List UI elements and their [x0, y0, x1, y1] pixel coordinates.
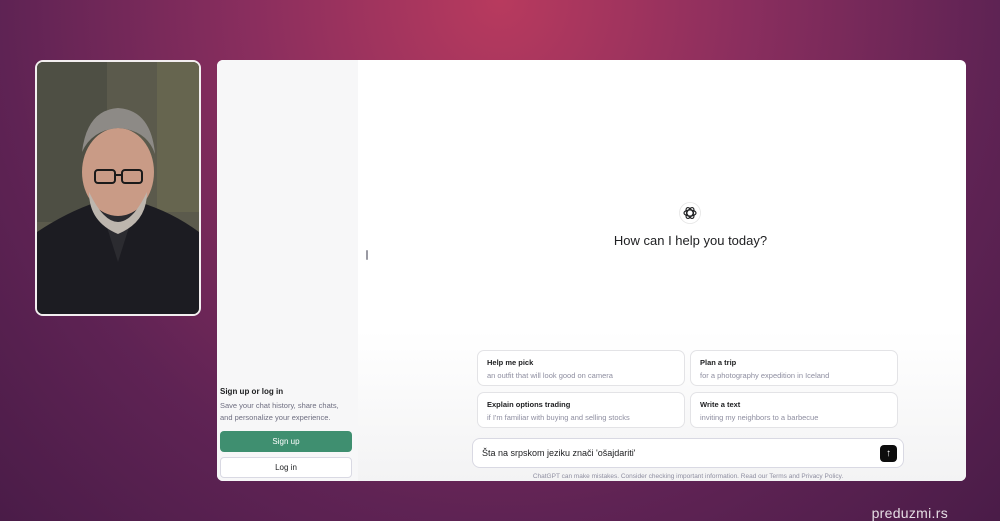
suggestion-card-explain-options-trading[interactable]: Explain options trading if I'm familiar …	[477, 392, 685, 428]
arrow-up-icon: ↑	[886, 448, 891, 459]
suggestion-title: Explain options trading	[487, 400, 571, 409]
watermark: preduzmi.rs	[871, 505, 948, 521]
suggestion-card-write-a-text[interactable]: Write a text inviting my neighbors to a …	[690, 392, 898, 428]
chatgpt-window: Sign up or log in Save your chat history…	[217, 60, 966, 481]
suggestion-subtitle: inviting my neighbors to a barbecue	[700, 413, 819, 422]
main-panel: How can I help you today? Help me pick a…	[358, 60, 966, 481]
sidebar: Sign up or log in Save your chat history…	[217, 60, 358, 481]
signup-button[interactable]: Sign up	[220, 431, 352, 452]
login-button[interactable]: Log in	[220, 457, 352, 478]
suggestion-subtitle: for a photography expedition in Iceland	[700, 371, 830, 380]
headline: How can I help you today?	[613, 233, 768, 248]
suggestion-subtitle: if I'm familiar with buying and selling …	[487, 413, 630, 422]
suggestion-card-plan-a-trip[interactable]: Plan a trip for a photography expedition…	[690, 350, 898, 386]
openai-logo-icon	[679, 202, 701, 224]
message-input-text[interactable]: Šta na srpskom jeziku znači 'ošajdariti'	[482, 448, 636, 458]
message-input[interactable]: Šta na srpskom jeziku znači 'ošajdariti'…	[472, 438, 904, 468]
signup-prompt: Sign up or log in Save your chat history…	[220, 387, 353, 424]
signup-description: Save your chat history, share chats, and…	[220, 401, 339, 422]
suggestion-title: Write a text	[700, 400, 741, 409]
presenter-webcam	[35, 60, 201, 316]
disclaimer-text: ChatGPT can make mistakes. Consider chec…	[532, 473, 844, 480]
suggestion-card-help-me-pick[interactable]: Help me pick an outfit that will look go…	[477, 350, 685, 386]
signup-title: Sign up or log in	[220, 387, 284, 396]
suggestion-title: Help me pick	[487, 358, 534, 367]
send-button[interactable]: ↑	[880, 445, 897, 462]
presenter-image	[37, 62, 199, 314]
suggestion-subtitle: an outfit that will look good on camera	[487, 371, 613, 380]
suggestion-title: Plan a trip	[700, 358, 737, 367]
